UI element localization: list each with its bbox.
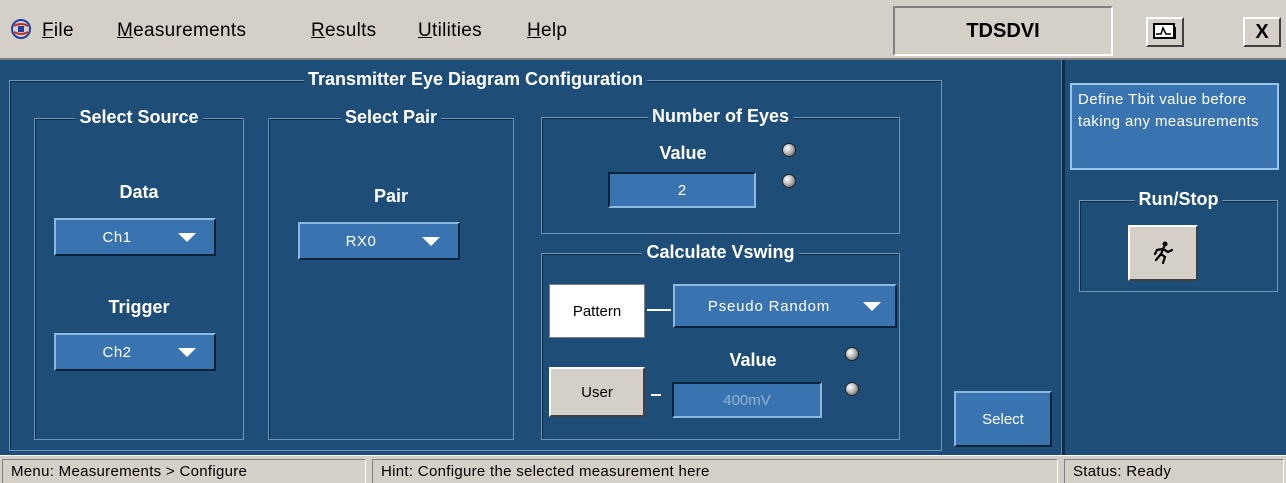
eyes-value-label: Value [659, 143, 707, 163]
pair-label: Pair [373, 186, 409, 206]
pair-dropdown[interactable]: RX0 [298, 222, 460, 260]
chevron-down-icon [863, 301, 881, 311]
select-button[interactable]: Select [954, 391, 1052, 447]
vswing-value-input[interactable]: 400mV [672, 382, 822, 418]
status-hint: Hint: Configure the selected measurement… [372, 459, 1058, 483]
config-title: Transmitter Eye Diagram Configuration [303, 69, 648, 89]
menu-measurements[interactable]: Measurements [117, 20, 246, 42]
up-knob-icon[interactable] [845, 347, 859, 361]
down-knob-icon[interactable] [845, 382, 859, 396]
up-knob-icon[interactable] [782, 143, 796, 157]
run-stop-button[interactable] [1128, 225, 1198, 281]
running-man-icon [1153, 241, 1174, 265]
select-pair-group: Select Pair [268, 107, 514, 440]
close-icon: X [1255, 20, 1269, 43]
app-title: TDSDVI [893, 6, 1113, 56]
data-source-dropdown[interactable]: Ch1 [54, 218, 216, 256]
scope-view-button[interactable] [1146, 17, 1184, 47]
status-menu-path: Menu: Measurements > Configure [2, 459, 366, 483]
pattern-button[interactable]: Pattern [549, 284, 645, 338]
connector-line [651, 394, 661, 396]
down-knob-icon[interactable] [782, 174, 796, 188]
pattern-dropdown[interactable]: Pseudo Random [673, 284, 897, 328]
main-panel: Transmitter Eye Diagram Configuration Se… [0, 60, 1286, 455]
trigger-source-dropdown[interactable]: Ch2 [54, 333, 216, 371]
menu-file[interactable]: File [42, 20, 74, 42]
info-message: Define Tbit value before taking any meas… [1070, 83, 1279, 170]
close-button[interactable]: X [1243, 17, 1281, 47]
status-ready: Status: Ready [1064, 459, 1284, 483]
menu-utilities[interactable]: Utilities [418, 20, 482, 42]
trigger-label: Trigger [108, 297, 170, 317]
select-pair-title: Select Pair [340, 107, 442, 127]
select-source-group: Select Source [34, 107, 244, 440]
connector-line [647, 309, 671, 311]
run-stop-title: Run/Stop [1134, 189, 1223, 209]
menu-bar: File Measurements Results Utilities Help… [0, 0, 1286, 60]
number-of-eyes-title: Number of Eyes [647, 106, 794, 126]
number-of-eyes-input[interactable]: 2 [608, 172, 756, 208]
window-buttons: X [1113, 6, 1286, 56]
vswing-value-label: Value [729, 350, 777, 370]
user-button[interactable]: User [549, 367, 645, 417]
app-logo-icon[interactable] [10, 18, 32, 40]
menu-help[interactable]: Help [527, 20, 567, 42]
menu-results[interactable]: Results [311, 20, 376, 42]
data-label: Data [119, 182, 159, 202]
chevron-down-icon [422, 236, 440, 246]
chevron-down-icon [178, 347, 196, 357]
calculate-vswing-title: Calculate Vswing [642, 242, 799, 262]
panel-divider [1061, 60, 1065, 455]
chevron-down-icon [178, 232, 196, 242]
status-bar: Menu: Measurements > Configure Hint: Con… [0, 455, 1286, 483]
waveform-icon [1153, 23, 1176, 39]
select-source-title: Select Source [75, 107, 203, 127]
